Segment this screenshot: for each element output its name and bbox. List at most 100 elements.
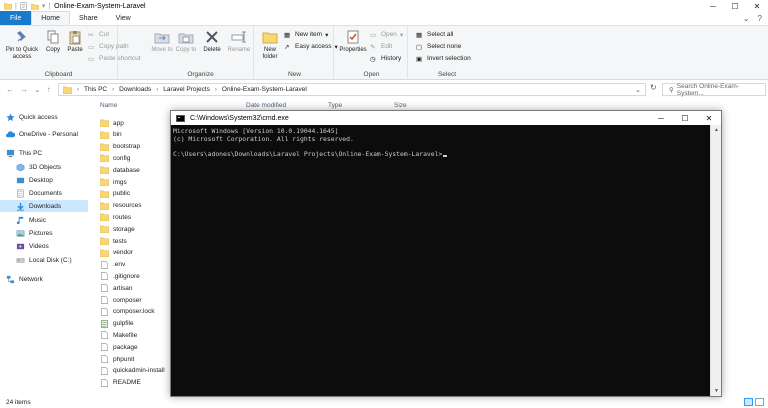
new-folder-button[interactable]: New folder: [258, 29, 282, 61]
cmd-maximize-button[interactable]: ☐: [673, 111, 697, 125]
properties-icon[interactable]: [20, 2, 28, 10]
breadcrumb-laravel-projects[interactable]: Laravel Projects: [163, 86, 210, 93]
select-none-button[interactable]: ▢ Select none: [416, 41, 461, 52]
close-button[interactable]: ✕: [746, 0, 768, 12]
chevron-down-icon[interactable]: ⌄: [743, 14, 750, 23]
select-all-button[interactable]: ▦ Select all: [416, 29, 453, 40]
forward-arrow-icon[interactable]: →: [20, 85, 28, 94]
maximize-button[interactable]: ☐: [724, 0, 746, 12]
history-icon: ◷: [370, 55, 376, 63]
file-row[interactable]: storage: [100, 223, 135, 235]
nav-item-local-disk[interactable]: Local Disk (C:): [16, 254, 106, 266]
folder-icon[interactable]: [4, 2, 12, 10]
window-controls: ─ ☐ ✕: [702, 0, 768, 12]
file-row[interactable]: Makefile: [100, 329, 137, 341]
file-row[interactable]: bin: [100, 129, 122, 141]
rename-button[interactable]: Rename: [226, 29, 252, 54]
nav-item-downloads[interactable]: Downloads: [0, 200, 88, 212]
nav-item-desktop[interactable]: Desktop: [16, 174, 106, 186]
nav-item-onedrive[interactable]: OneDrive - Personal: [6, 128, 96, 140]
cmd-scrollbar[interactable]: ▲ ▼: [710, 125, 721, 396]
item-count: 24 items: [6, 398, 31, 406]
file-row[interactable]: package: [100, 341, 138, 353]
refresh-icon[interactable]: ↻: [650, 83, 660, 96]
file-row[interactable]: database: [100, 164, 140, 176]
copy-button[interactable]: Copy: [42, 29, 64, 54]
tab-home[interactable]: Home: [31, 11, 70, 25]
cmd-minimize-button[interactable]: ─: [649, 111, 673, 125]
column-header-size[interactable]: Size: [394, 102, 407, 109]
pin-to-quick-access-button[interactable]: Pin to Quick access: [2, 29, 42, 61]
up-arrow-icon[interactable]: ↑: [47, 85, 51, 94]
cmd-close-button[interactable]: ✕: [697, 111, 721, 125]
cut-button[interactable]: ✂ Cut: [88, 29, 109, 40]
breadcrumb-downloads[interactable]: Downloads: [119, 86, 151, 93]
open-button[interactable]: ▭ Open ▾: [370, 29, 403, 40]
nav-item-this-pc[interactable]: This PC: [6, 147, 96, 159]
nav-item-music[interactable]: Music: [16, 214, 106, 226]
scroll-down-icon[interactable]: ▼: [711, 386, 722, 396]
paste-button[interactable]: Paste: [64, 29, 86, 54]
chevron-down-icon[interactable]: ▾: [42, 2, 46, 10]
tab-share[interactable]: Share: [70, 12, 107, 25]
nav-item-videos[interactable]: Videos: [16, 240, 106, 252]
column-header-date-modified[interactable]: Date modified: [246, 102, 286, 109]
file-row[interactable]: gulpfile: [100, 318, 134, 330]
file-row[interactable]: composer: [100, 294, 142, 306]
nav-item-network[interactable]: Network: [6, 273, 96, 285]
help-icon[interactable]: ?: [758, 14, 762, 23]
easy-access-button[interactable]: ↗ Easy access ▾: [284, 41, 338, 52]
file-row[interactable]: resources: [100, 200, 142, 212]
nav-item-documents[interactable]: Documents: [16, 187, 106, 199]
copy-to-button[interactable]: Copy to: [174, 29, 198, 54]
nav-item-quick-access[interactable]: Quick access: [6, 111, 96, 123]
breadcrumb-this-pc[interactable]: This PC: [84, 86, 107, 93]
column-header-name[interactable]: Name: [100, 102, 117, 109]
move-to-button[interactable]: Move to: [150, 29, 174, 54]
recent-locations-icon[interactable]: ⌄: [34, 85, 41, 94]
nav-item-pictures[interactable]: Pictures: [16, 227, 106, 239]
search-input[interactable]: ⚲ Search Online-Exam-System...: [662, 83, 766, 97]
file-row[interactable]: quickadmin-install: [100, 365, 165, 377]
cmd-title-bar[interactable]: C:\Windows\System32\cmd.exe ─ ☐ ✕: [171, 111, 721, 125]
file-row[interactable]: composer.lock: [100, 306, 155, 318]
file-row[interactable]: imgs: [100, 176, 127, 188]
file-row[interactable]: config: [100, 152, 130, 164]
invert-selection-button[interactable]: ▣ Invert selection: [416, 53, 471, 64]
new-folder-icon[interactable]: [30, 2, 39, 10]
new-item-button[interactable]: ▦ New item ▾: [284, 29, 328, 40]
chevron-down-icon[interactable]: ⌄: [635, 86, 641, 94]
delete-button[interactable]: Delete: [200, 29, 224, 54]
edit-button[interactable]: ✎ Edit: [370, 41, 392, 52]
file-row[interactable]: README: [100, 377, 141, 389]
paste-shortcut-button[interactable]: ▭ Paste shortcut: [88, 53, 141, 64]
history-button[interactable]: ◷ History: [370, 53, 401, 64]
file-row[interactable]: artisan: [100, 282, 133, 294]
breadcrumb-online-exam-system[interactable]: Online-Exam-System-Laravel: [222, 86, 307, 93]
file-row[interactable]: routes: [100, 211, 131, 223]
tab-view[interactable]: View: [107, 12, 140, 25]
file-row[interactable]: vendor: [100, 247, 133, 259]
file-row[interactable]: tests: [100, 235, 127, 247]
back-arrow-icon[interactable]: ←: [6, 85, 14, 94]
nav-item-3d-objects[interactable]: 3D Objects: [16, 161, 106, 173]
column-header-type[interactable]: Type: [328, 102, 342, 109]
large-icons-view-icon[interactable]: [755, 398, 764, 406]
copy-path-button[interactable]: ▭ Copy path: [88, 41, 129, 52]
file-row[interactable]: .gitignore: [100, 270, 140, 282]
properties-button[interactable]: Properties: [338, 29, 368, 54]
file-row[interactable]: public: [100, 188, 130, 200]
file-row[interactable]: bootstrap: [100, 141, 140, 153]
tab-file[interactable]: File: [0, 11, 32, 25]
file-row[interactable]: app: [100, 117, 124, 129]
address-bar[interactable]: › This PC › Downloads › Laravel Projects…: [58, 83, 646, 96]
scroll-up-icon[interactable]: ▲: [711, 125, 722, 135]
cmd-console[interactable]: Microsoft Windows [Version 10.0.19044.16…: [171, 125, 709, 396]
file-row[interactable]: .env: [100, 259, 125, 271]
folder-icon: [100, 178, 109, 186]
details-view-icon[interactable]: [744, 398, 753, 406]
computer-icon: [6, 149, 15, 157]
minimize-button[interactable]: ─: [702, 0, 724, 12]
file-row[interactable]: phpunit: [100, 353, 134, 365]
select-group: ▦ Select all ▢ Select none ▣ Invert selecti…: [414, 26, 480, 80]
